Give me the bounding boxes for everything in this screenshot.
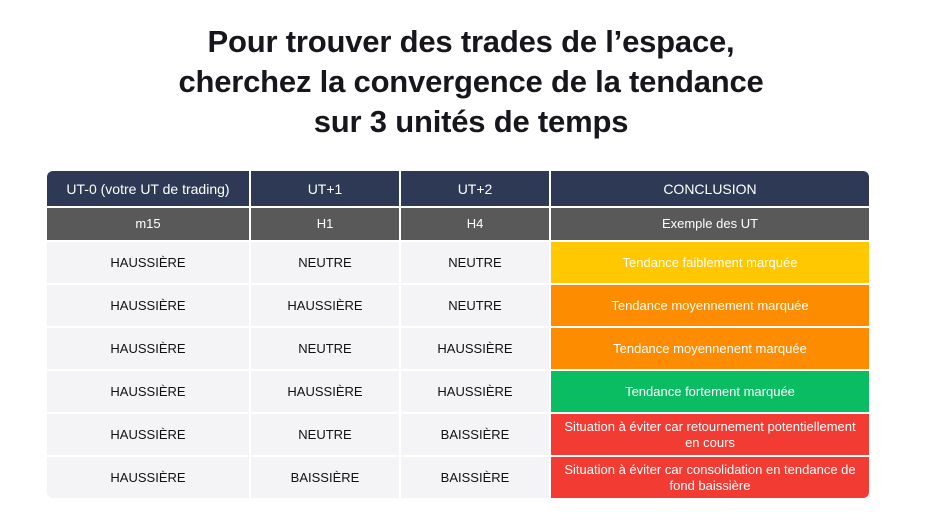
row-6-ut1: BAISSIÈRE (251, 457, 399, 498)
column-header-ut1: UT+1 (251, 171, 399, 206)
title-line-2: cherchez la convergence de la tendance (178, 64, 764, 99)
title-line-1: Pour trouver des trades de l’espace, (207, 24, 735, 59)
row-5-ut1: NEUTRE (251, 414, 399, 455)
row-1-ut2: NEUTRE (401, 242, 549, 283)
row-2-ut2: NEUTRE (401, 285, 549, 326)
subheader-ut1: H1 (251, 208, 399, 240)
row-4-ut1: HAUSSIÈRE (251, 371, 399, 412)
subheader-conclusion: Exemple des UT (551, 208, 869, 240)
row-4-ut0: HAUSSIÈRE (47, 371, 249, 412)
column-header-conclusion: CONCLUSION (551, 171, 869, 206)
column-header-ut2: UT+2 (401, 171, 549, 206)
page-title: Pour trouver des trades de l’espace, che… (0, 22, 942, 142)
subheader-ut0: m15 (47, 208, 249, 240)
row-2-ut1: HAUSSIÈRE (251, 285, 399, 326)
row-6-ut0: HAUSSIÈRE (47, 457, 249, 498)
title-line-3: sur 3 unités de temps (313, 104, 629, 139)
row-6-conclusion: Situation à éviter car consolidation en … (551, 457, 869, 498)
subheader-ut2: H4 (401, 208, 549, 240)
row-3-ut1: NEUTRE (251, 328, 399, 369)
row-1-conclusion: Tendance faiblement marquée (551, 242, 869, 283)
row-3-ut0: HAUSSIÈRE (47, 328, 249, 369)
row-1-ut0: HAUSSIÈRE (47, 242, 249, 283)
row-3-ut2: HAUSSIÈRE (401, 328, 549, 369)
row-6-ut2: BAISSIÈRE (401, 457, 549, 498)
row-5-conclusion: Situation à éviter car retournement pote… (551, 414, 869, 455)
row-5-ut2: BAISSIÈRE (401, 414, 549, 455)
trend-convergence-table: UT-0 (votre UT de trading) UT+1 UT+2 CON… (47, 171, 869, 498)
row-3-conclusion: Tendance moyennenent marquée (551, 328, 869, 369)
row-4-ut2: HAUSSIÈRE (401, 371, 549, 412)
row-2-ut0: HAUSSIÈRE (47, 285, 249, 326)
column-header-ut0: UT-0 (votre UT de trading) (47, 171, 249, 206)
row-4-conclusion: Tendance fortement marquée (551, 371, 869, 412)
row-5-ut0: HAUSSIÈRE (47, 414, 249, 455)
row-2-conclusion: Tendance moyennement marquée (551, 285, 869, 326)
row-1-ut1: NEUTRE (251, 242, 399, 283)
